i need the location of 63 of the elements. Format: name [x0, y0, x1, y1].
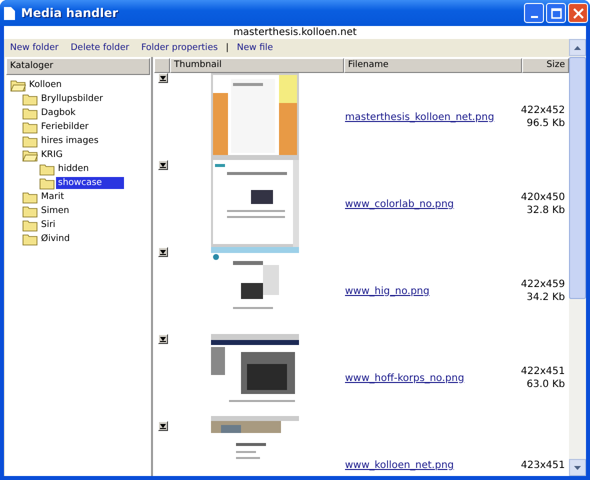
image-dimensions: 423x451	[520, 458, 565, 472]
toolbar-link[interactable]: New file	[236, 42, 274, 52]
image-dimensions: 422x452	[520, 104, 565, 117]
folder-icon	[39, 162, 55, 176]
folder-icon	[22, 218, 38, 232]
filename-link[interactable]: www_colorlab_no.png	[345, 198, 454, 210]
folder-icon	[22, 120, 38, 134]
folder-icon	[22, 134, 38, 148]
file-size: 32.8 Kb	[526, 204, 565, 217]
close-icon	[572, 8, 584, 18]
image-dimensions: 422x451	[520, 365, 565, 378]
file-size: 96.5 Kb	[526, 117, 565, 130]
minimize-button[interactable]	[524, 3, 544, 23]
file-size: 63.0 Kb	[526, 378, 565, 391]
document-icon	[4, 6, 15, 20]
close-button[interactable]	[568, 3, 588, 23]
dropdown-button[interactable]	[158, 334, 168, 344]
open-folder-icon	[10, 78, 26, 92]
folder-item[interactable]: Dagbok	[39, 107, 78, 119]
toolbar-link[interactable]: New folder	[10, 42, 59, 52]
folder-icon	[22, 106, 38, 120]
scroll-bar[interactable]	[569, 39, 586, 476]
separator: |	[226, 42, 229, 52]
window-title: Media handler	[21, 6, 120, 20]
toolbar-link[interactable]: Folder properties	[141, 42, 218, 52]
folder-icon	[22, 232, 38, 246]
folder-icon	[22, 190, 38, 204]
column-header[interactable]	[154, 58, 170, 73]
folder-item[interactable]: hires images	[39, 135, 101, 147]
dropdown-button[interactable]	[158, 247, 168, 257]
folder-item[interactable]: Siri	[39, 219, 58, 231]
folder-item[interactable]: Øivind	[39, 233, 72, 245]
file-size: 34.2 Kb	[526, 291, 565, 304]
filename-link[interactable]: www_hoff-korps_no.png	[345, 372, 464, 384]
column-header[interactable]: Size	[522, 58, 569, 73]
dropdown-button[interactable]	[158, 73, 168, 83]
filename-link[interactable]: www_kolloen_net.png	[345, 460, 454, 470]
folder-item[interactable]: Kolloen	[27, 79, 64, 91]
folder-icon	[22, 204, 38, 218]
filename-link[interactable]: masterthesis_kolloen_net.png	[345, 112, 494, 122]
column-header[interactable]: Filename	[344, 58, 522, 73]
folder-item[interactable]: showcase	[56, 177, 124, 189]
column-header[interactable]: Kataloger	[6, 58, 150, 75]
minimize-icon	[530, 16, 538, 18]
dropdown-button[interactable]	[158, 160, 168, 170]
folder-icon	[22, 92, 38, 106]
folder-item[interactable]: Simen	[39, 205, 72, 217]
maximize-button[interactable]	[546, 3, 566, 23]
filename-link[interactable]: www_hig_no.png	[345, 286, 430, 296]
maximize-icon	[550, 8, 562, 18]
folder-item[interactable]: Feriebilder	[39, 121, 91, 133]
toolbar-link[interactable]: Delete folder	[70, 42, 130, 52]
folder-item[interactable]: Marit	[39, 191, 66, 203]
column-header[interactable]: Thumbnail	[170, 58, 344, 73]
open-folder-icon	[22, 148, 38, 162]
folder-item[interactable]: hidden	[56, 163, 91, 175]
dropdown-button[interactable]	[158, 421, 168, 431]
folder-item[interactable]: KRIG	[39, 149, 65, 161]
image-dimensions: 422x459	[520, 278, 565, 291]
folder-item[interactable]: Bryllupsbilder	[39, 93, 105, 105]
image-dimensions: 420x450	[520, 191, 565, 204]
site-address: masterthesis.kolloen.net	[4, 26, 586, 39]
folder-icon	[39, 176, 55, 190]
